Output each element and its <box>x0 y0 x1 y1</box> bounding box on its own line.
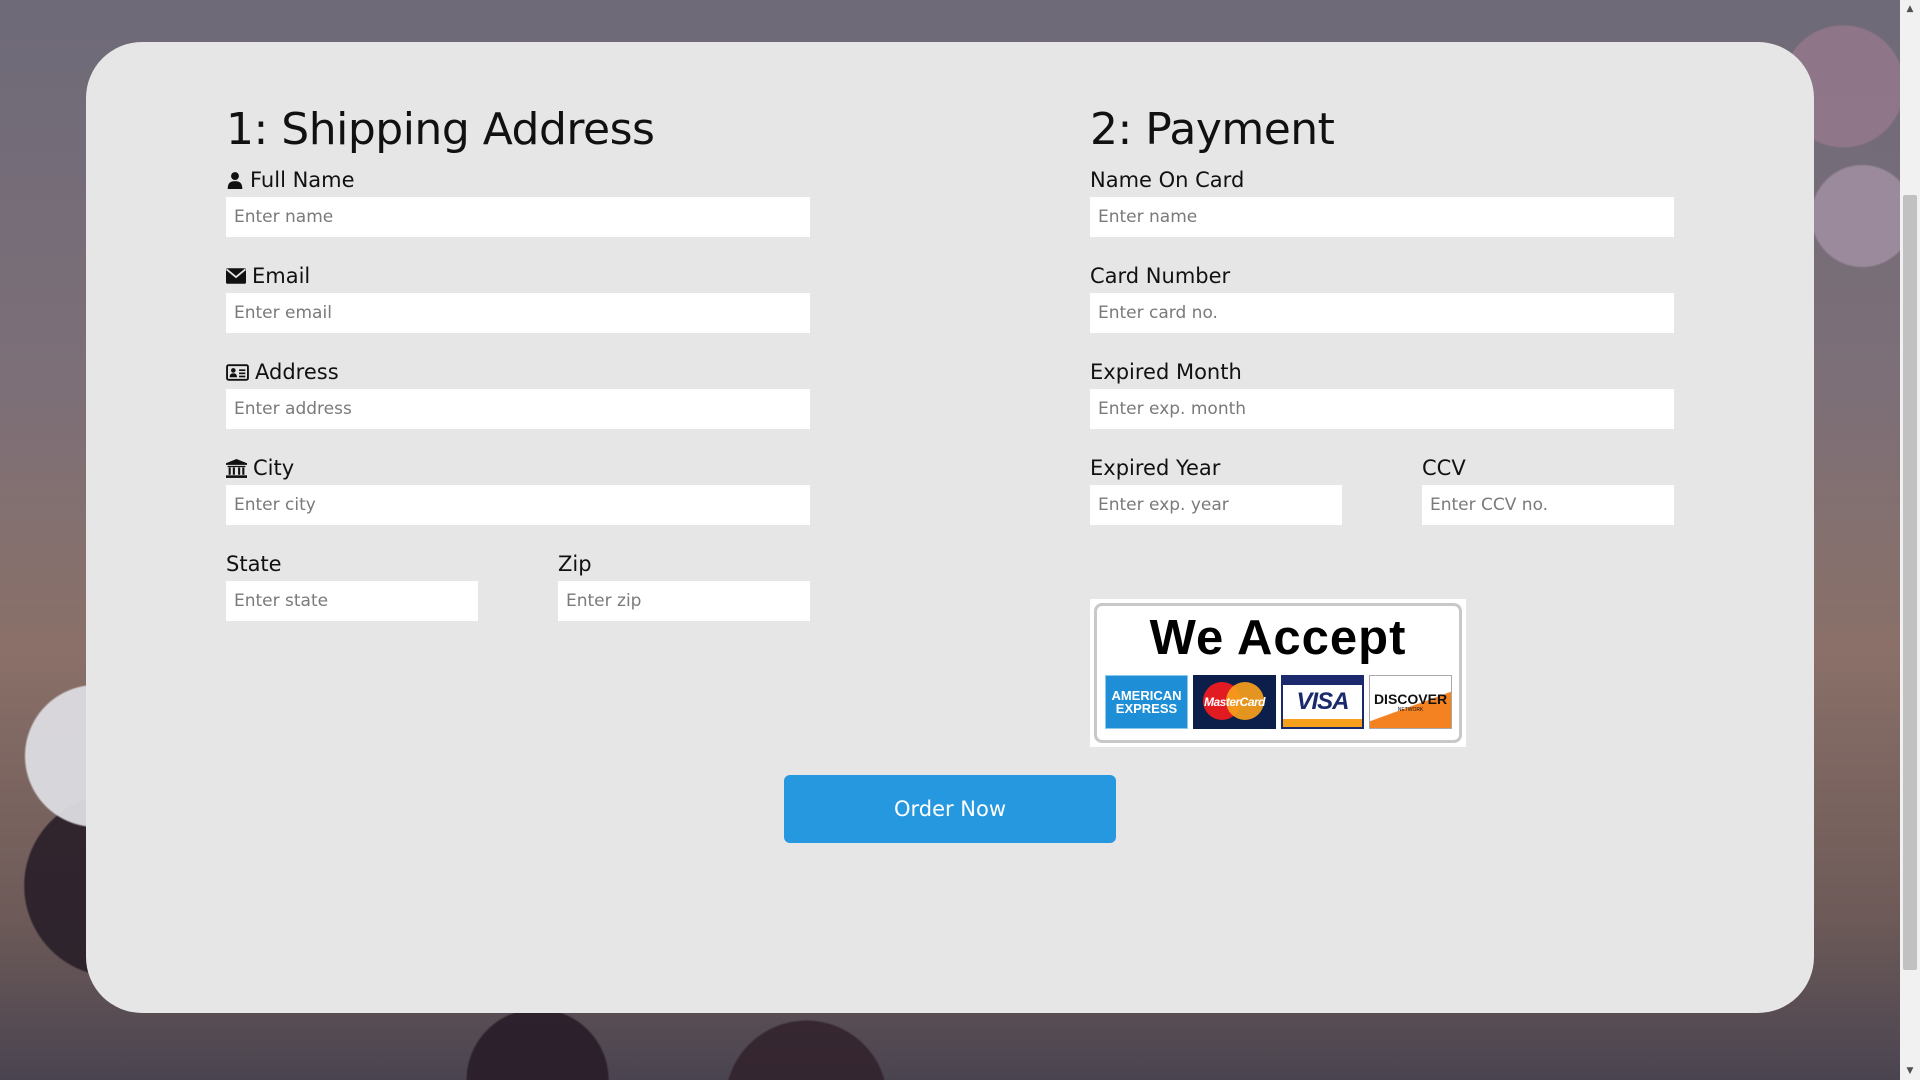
ccv-field: CCV <box>1422 455 1674 525</box>
ccv-label: CCV <box>1422 456 1466 480</box>
email-label: Email <box>226 263 810 289</box>
card-logos: AMERICAN EXPRESS MasterCard VISA DISCOVE… <box>1105 675 1452 729</box>
full-name-label: Full Name <box>226 167 810 193</box>
we-accept-frame: We Accept AMERICAN EXPRESS MasterCard VI… <box>1094 603 1462 743</box>
amex-line2: EXPRESS <box>1115 701 1178 716</box>
scroll-down-arrow-icon[interactable]: ▼ <box>1900 1062 1920 1080</box>
page-scrollbar[interactable]: ▲ ▼ <box>1900 0 1920 1080</box>
visa-logo: VISA <box>1281 675 1364 729</box>
expired-year-label: Expired Year <box>1090 456 1221 480</box>
address-label-text: Address <box>255 360 339 384</box>
state-zip-row: State Zip <box>226 551 810 647</box>
city-label-text: City <box>253 456 295 480</box>
amex-logo: AMERICAN EXPRESS <box>1105 675 1188 729</box>
email-label-text: Email <box>252 264 311 288</box>
state-input[interactable] <box>226 581 478 621</box>
shipping-title: 1: Shipping Address <box>226 104 655 155</box>
scroll-up-arrow-icon[interactable]: ▲ <box>1900 0 1920 18</box>
card-number-input[interactable] <box>1090 293 1674 333</box>
name-on-card-label: Name On Card <box>1090 168 1245 192</box>
state-label: State <box>226 552 282 576</box>
discover-subtext: NETWORK <box>1397 706 1424 713</box>
zip-field: Zip <box>558 551 810 621</box>
envelope-icon <box>226 268 246 284</box>
expired-year-field: Expired Year <box>1090 455 1342 525</box>
shipping-section: 1: Shipping Address Full Name Email <box>226 104 810 647</box>
state-field: State <box>226 551 478 621</box>
card-number-field: Card Number <box>1090 263 1674 333</box>
user-icon <box>227 172 243 189</box>
card-number-label: Card Number <box>1090 264 1231 288</box>
discover-logo: DISCOVER NETWORK <box>1369 675 1452 729</box>
payment-section: 2: Payment Name On Card Card Number Expi… <box>1090 104 1674 747</box>
institution-icon <box>226 458 247 478</box>
email-input[interactable] <box>226 293 810 333</box>
ccv-input[interactable] <box>1422 485 1674 525</box>
email-field: Email <box>226 263 810 333</box>
visa-top-band <box>1283 677 1362 685</box>
scrollbar-thumb[interactable] <box>1903 195 1917 970</box>
mastercard-logo: MasterCard <box>1193 675 1276 729</box>
visa-text: VISA <box>1296 688 1349 715</box>
full-name-input[interactable] <box>226 197 810 237</box>
we-accept-badge: We Accept AMERICAN EXPRESS MasterCard VI… <box>1090 599 1466 747</box>
full-name-label-text: Full Name <box>250 168 355 192</box>
address-field: Address <box>226 359 810 429</box>
full-name-field: Full Name <box>226 167 810 237</box>
discover-text: DISCOVER <box>1373 690 1448 707</box>
payment-title: 2: Payment <box>1090 104 1335 155</box>
name-on-card-input[interactable] <box>1090 197 1674 237</box>
name-on-card-field: Name On Card <box>1090 167 1674 237</box>
address-input[interactable] <box>226 389 810 429</box>
we-accept-title: We Accept <box>1149 611 1407 665</box>
address-card-icon <box>226 363 249 381</box>
expired-month-label: Expired Month <box>1090 360 1242 384</box>
city-input[interactable] <box>226 485 810 525</box>
zip-label: Zip <box>558 552 592 576</box>
order-now-button[interactable]: Order Now <box>784 775 1116 843</box>
city-label: City <box>226 455 810 481</box>
visa-bottom-band <box>1283 719 1362 727</box>
city-field: City <box>226 455 810 525</box>
expired-year-input[interactable] <box>1090 485 1342 525</box>
expired-month-field: Expired Month <box>1090 359 1674 429</box>
expiry-ccv-row: Expired Year CCV <box>1090 455 1674 551</box>
expired-month-input[interactable] <box>1090 389 1674 429</box>
checkout-card: 1: Shipping Address Full Name Email <box>86 42 1814 1013</box>
zip-input[interactable] <box>558 581 810 621</box>
mastercard-text: MasterCard <box>1203 695 1266 709</box>
address-label: Address <box>226 359 810 385</box>
